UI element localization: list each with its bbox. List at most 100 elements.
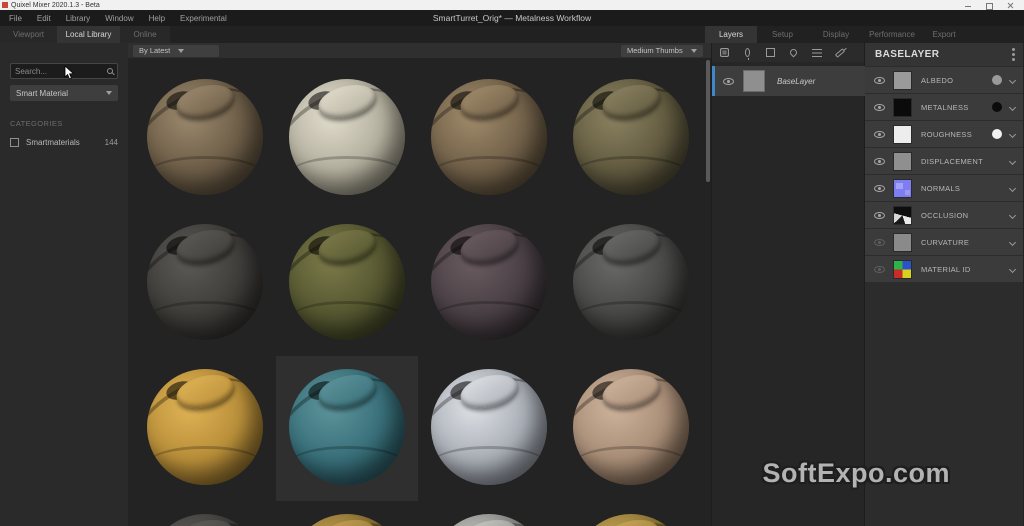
material-thumbnail[interactable] [418,66,560,211]
channel-row-curvature[interactable]: CURVATURE [865,229,1023,255]
visibility-eye-icon[interactable] [874,157,885,165]
channel-row-roughness[interactable]: ROUGHNESS [865,121,1023,147]
search-input[interactable] [15,66,107,76]
material-sphere-preview [289,224,405,340]
channel-color-swatch[interactable] [992,102,1002,112]
material-sphere-preview [147,224,263,340]
menu-bar: File Edit Library Window Help Experiment… [0,10,1024,26]
tab-display[interactable]: Display [808,26,864,43]
chevron-down-icon[interactable] [1008,238,1017,246]
channel-thumbnail [893,178,912,198]
category-checkbox[interactable] [10,138,19,147]
material-sphere-preview [147,369,263,485]
chevron-down-icon [178,48,185,53]
chevron-down-icon[interactable] [1008,265,1017,273]
channel-panel-title: BASELAYER [875,49,940,60]
visibility-eye-icon[interactable] [874,238,885,246]
visibility-eye-icon[interactable] [874,103,885,111]
list-icon[interactable] [810,46,823,59]
tab-local-library[interactable]: Local Library [57,26,120,43]
channel-row-albedo[interactable]: ALBEDO [865,67,1023,93]
material-thumbnail[interactable] [560,66,702,211]
material-thumbnail[interactable] [560,211,702,356]
chevron-down-icon[interactable] [1008,103,1017,111]
chevron-down-icon [690,48,697,53]
visibility-eye-icon[interactable] [723,77,734,85]
category-item-smartmaterials[interactable]: Smartmaterials 144 [10,138,118,147]
tab-bar: Viewport Local Library Online Layers Set… [0,26,1024,43]
channel-color-swatch[interactable] [992,129,1002,139]
channel-row-displacement[interactable]: DISPLACEMENT [865,148,1023,174]
material-thumbnail[interactable] [560,501,702,526]
material-sphere-preview [573,369,689,485]
tab-layers[interactable]: Layers [705,26,757,43]
paintbrush-icon[interactable] [833,46,846,59]
visibility-eye-icon[interactable] [874,211,885,219]
visibility-eye-icon[interactable] [874,184,885,192]
menu-edit[interactable]: Edit [37,14,51,23]
channel-row-normals[interactable]: NORMALS [865,175,1023,201]
droplet-icon[interactable] [787,46,800,59]
channel-thumbnail [893,205,912,225]
spray-icon[interactable] [741,46,754,60]
visibility-eye-icon[interactable] [874,130,885,138]
material-thumbnail[interactable] [276,356,418,501]
tab-viewport[interactable]: Viewport [0,26,57,43]
menu-window[interactable]: Window [105,14,133,23]
menu-library[interactable]: Library [66,14,90,23]
library-grid-panel: By Latest Medium Thumbs [128,43,711,526]
material-thumbnail[interactable] [134,211,276,356]
kebab-menu-icon[interactable] [1012,48,1015,61]
material-thumbnail[interactable] [276,501,418,526]
visibility-eye-icon[interactable] [874,76,885,84]
tab-export[interactable]: Export [920,26,968,43]
search-box [10,63,118,79]
chevron-down-icon[interactable] [1008,157,1017,165]
library-sidebar: Smart Material CATEGORIES Smartmaterials… [0,43,128,526]
channel-row-metalness[interactable]: METALNESS [865,94,1023,120]
thumb-size-dropdown[interactable]: Medium Thumbs [621,44,703,57]
asset-type-dropdown[interactable]: Smart Material [10,85,118,101]
material-thumbnail[interactable] [276,211,418,356]
material-thumbnail[interactable] [418,356,560,501]
minimize-icon[interactable] [965,2,972,9]
visibility-eye-icon[interactable] [874,265,885,273]
material-thumbnail[interactable] [134,501,276,526]
channel-thumbnail [893,232,912,252]
mask-icon[interactable] [764,46,777,59]
channel-label: CURVATURE [921,237,970,247]
material-thumbnail[interactable] [276,66,418,211]
material-thumbnail[interactable] [418,501,560,526]
tab-performance[interactable]: Performance [864,26,920,43]
channel-label: ALBEDO [921,75,954,85]
os-titlebar: Quixel Mixer 2020.1.3 - Beta [0,0,1024,10]
close-icon[interactable] [1007,2,1014,9]
chevron-down-icon[interactable] [1008,76,1017,84]
layer-row-baselayer[interactable]: BaseLayer [712,66,865,96]
tab-online[interactable]: Online [120,26,170,43]
chevron-down-icon[interactable] [1008,184,1017,192]
channel-label: METALNESS [921,102,969,112]
maximize-icon[interactable] [986,2,993,10]
asset-type-value: Smart Material [16,88,69,98]
material-thumbnail[interactable] [134,356,276,501]
sort-dropdown[interactable]: By Latest [133,44,219,57]
menu-file[interactable]: File [9,14,22,23]
channel-row-occlusion[interactable]: OCCLUSION [865,202,1023,228]
material-thumbnail[interactable] [134,66,276,211]
chevron-down-icon[interactable] [1008,130,1017,138]
app-window: Quixel Mixer 2020.1.3 - Beta File Edit L… [0,0,1024,526]
library-toolbar: By Latest Medium Thumbs [128,43,711,58]
material-sphere-preview [431,369,547,485]
menu-help[interactable]: Help [149,14,165,23]
channel-color-swatch[interactable] [992,75,1002,85]
menu-experimental[interactable]: Experimental [180,14,227,23]
scrollbar-thumb[interactable] [706,60,710,182]
chevron-down-icon[interactable] [1008,211,1017,219]
tab-setup[interactable]: Setup [757,26,808,43]
fill-layer-icon[interactable] [718,46,731,59]
material-thumbnail[interactable] [560,356,702,501]
channel-thumbnail [893,124,912,144]
material-thumbnail[interactable] [418,211,560,356]
channel-row-material-id[interactable]: MATERIAL ID [865,256,1023,282]
